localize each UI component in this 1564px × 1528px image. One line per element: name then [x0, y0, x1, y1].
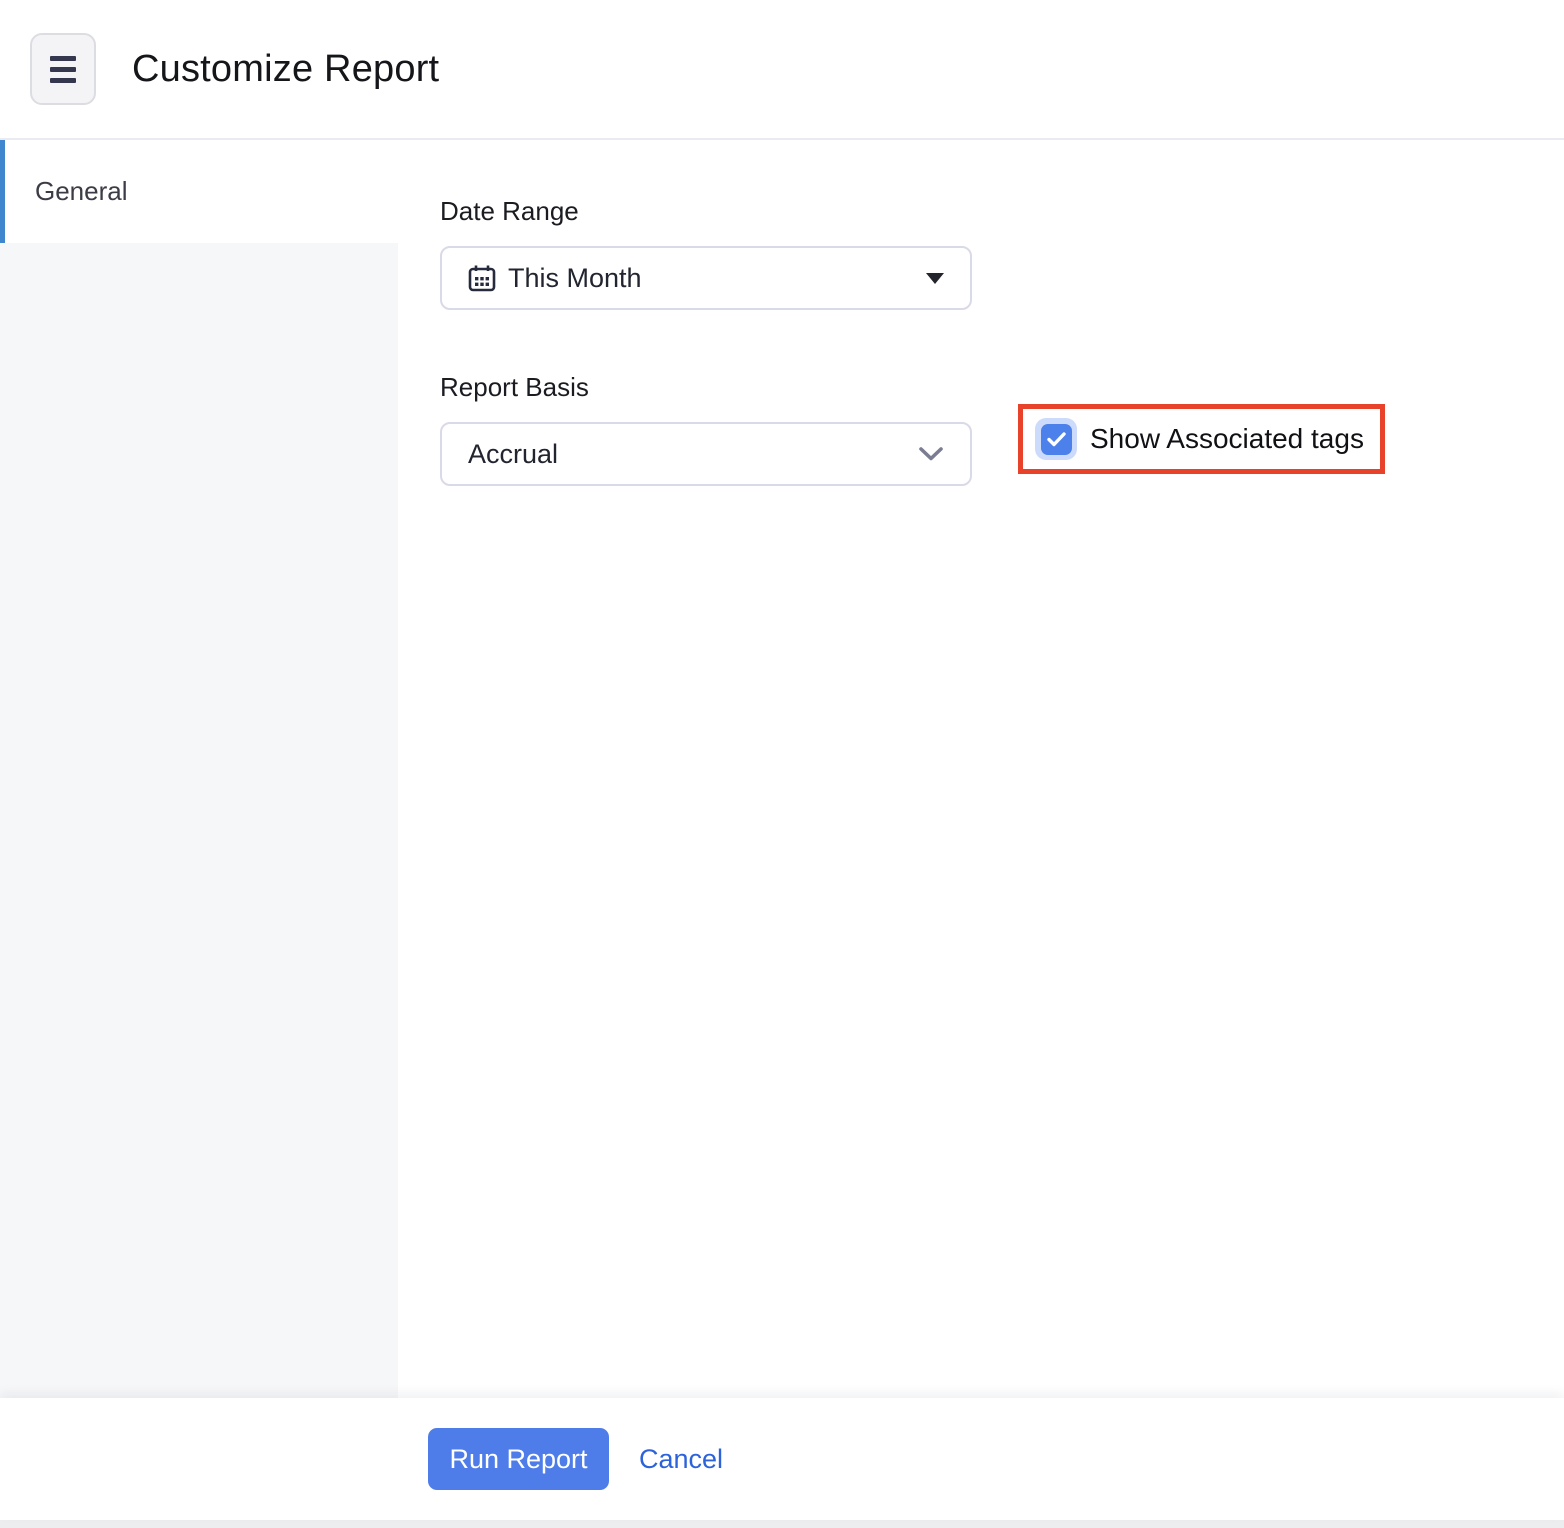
calendar-icon: [468, 264, 496, 292]
menu-button[interactable]: [30, 33, 96, 105]
page-title: Customize Report: [132, 48, 439, 91]
hamburger-icon: [50, 56, 76, 83]
footer: Run Report Cancel: [0, 1398, 1564, 1520]
main-panel: Date Range This Month: [398, 140, 1564, 1398]
sidebar-item-label: General: [35, 176, 128, 207]
caret-down-icon: [926, 273, 944, 284]
sidebar-item-general[interactable]: General: [0, 140, 398, 243]
date-range-label: Date Range: [440, 196, 1564, 226]
show-associated-tags-option[interactable]: Show Associated tags: [1035, 418, 1364, 460]
bottom-strip: [0, 1520, 1564, 1528]
date-range-select[interactable]: This Month: [440, 246, 972, 310]
report-basis-field: Report Basis Accrual: [440, 372, 1564, 486]
show-associated-tags-checkbox[interactable]: [1035, 418, 1077, 460]
date-range-value: This Month: [508, 263, 642, 294]
report-basis-label: Report Basis: [440, 372, 1564, 402]
customize-report-dialog: Customize Report General Date Range: [0, 0, 1564, 1528]
report-basis-value: Accrual: [468, 439, 558, 470]
cancel-link[interactable]: Cancel: [639, 1444, 723, 1475]
annotation-highlight: Show Associated tags: [1018, 404, 1385, 474]
header: Customize Report: [0, 0, 1564, 140]
sidebar: General: [0, 140, 398, 1398]
show-associated-tags-label: Show Associated tags: [1090, 423, 1364, 455]
date-range-field: Date Range This Month: [440, 196, 1564, 310]
chevron-down-icon: [918, 446, 944, 462]
check-icon: [1047, 432, 1066, 447]
run-report-button[interactable]: Run Report: [428, 1428, 609, 1490]
report-basis-select[interactable]: Accrual: [440, 422, 972, 486]
